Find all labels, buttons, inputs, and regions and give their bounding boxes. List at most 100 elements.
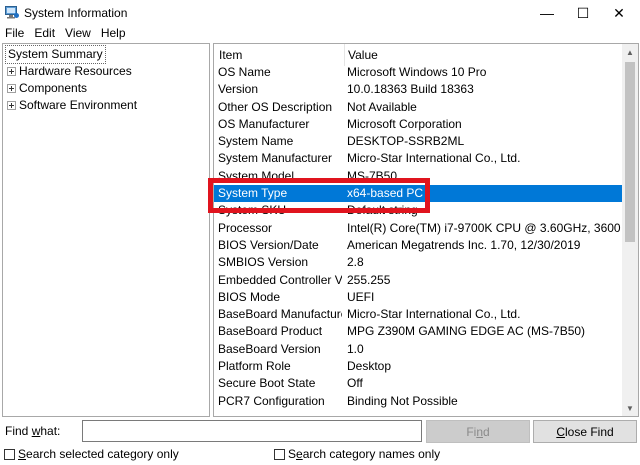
tree-item-label: Components bbox=[19, 81, 88, 95]
table-row[interactable]: System Name DESKTOP-SSRB2ML bbox=[214, 133, 624, 150]
option-label: Search selected category only bbox=[18, 447, 179, 461]
row-value: 255.255 bbox=[347, 272, 391, 287]
checkbox[interactable] bbox=[274, 448, 285, 460]
menu-help[interactable]: Help bbox=[96, 26, 131, 42]
expand-icon[interactable] bbox=[7, 67, 16, 76]
table-row[interactable]: System SKU Default string bbox=[214, 202, 624, 219]
table-row[interactable]: PCR7 Configuration Binding Not Possible bbox=[214, 393, 624, 410]
find-button[interactable]: Fi n d bbox=[426, 420, 530, 443]
row-item: Secure Boot State bbox=[218, 376, 316, 391]
expand-icon[interactable] bbox=[7, 101, 16, 110]
tree-item-system-summary[interactable]: System Summary bbox=[5, 45, 106, 64]
list-rows: OS Name Microsoft Windows 10 Pro Version 10… bbox=[214, 64, 627, 410]
row-value: 10.0.18363 Build 18363 bbox=[347, 82, 474, 97]
scrollbar-thumb[interactable] bbox=[625, 62, 635, 242]
row-value: MPG Z390M GAMING EDGE AC (MS-7B50) bbox=[347, 324, 586, 339]
menu-file[interactable]: File bbox=[0, 26, 29, 42]
details-list[interactable]: Item Value OS Name Microsoft Windows 10 P… bbox=[213, 43, 639, 417]
table-row[interactable]: OS Manufacturer Microsoft Corporation bbox=[214, 116, 624, 133]
row-value: UEFI bbox=[347, 289, 375, 304]
tree-item-label: Hardware Resources bbox=[19, 64, 132, 78]
close-button[interactable]: ✕ bbox=[598, 0, 640, 26]
close-find-button[interactable]: Close Find bbox=[533, 420, 637, 443]
table-row[interactable]: Version 10.0.18363 Build 18363 bbox=[214, 81, 624, 98]
table-row[interactable]: System Type x64-based PC bbox=[214, 185, 624, 203]
row-item: BIOS Mode bbox=[218, 289, 281, 304]
row-value: DESKTOP-SSRB2ML bbox=[347, 134, 465, 149]
row-item: System Model bbox=[218, 168, 295, 183]
find-bar: Find what: Fi n d Close Find Search select… bbox=[0, 417, 640, 465]
table-row[interactable]: Processor Intel(R) Core(TM) i7-9700K CPU … bbox=[214, 220, 627, 237]
row-value: Intel(R) Core(TM) i7-9700K CPU @ 3.60GHz… bbox=[347, 220, 627, 235]
menu-view[interactable]: View bbox=[60, 26, 96, 42]
tree-item-software-environment[interactable]: Software Environment bbox=[3, 97, 137, 114]
table-row[interactable]: BIOS Mode UEFI bbox=[214, 289, 624, 306]
checkbox[interactable] bbox=[4, 448, 15, 460]
table-row[interactable]: BaseBoard Manufacturer Micro-Star Interna… bbox=[214, 306, 624, 323]
menu-bar: File Edit View Help bbox=[0, 26, 640, 42]
tree-item-components[interactable]: Components bbox=[3, 80, 87, 97]
row-value: American Megatrends Inc. 1.70, 12/30/201… bbox=[347, 237, 581, 252]
scroll-down-icon[interactable]: ▼ bbox=[622, 400, 638, 416]
row-item: BIOS Version/Date bbox=[218, 237, 319, 252]
search-selected-category-option[interactable]: Search selected category only bbox=[4, 447, 179, 461]
scroll-up-icon[interactable]: ▲ bbox=[622, 44, 638, 60]
table-row[interactable]: OS Name Microsoft Windows 10 Pro bbox=[214, 64, 624, 81]
menu-edit[interactable]: Edit bbox=[29, 26, 60, 42]
row-value: x64-based PC bbox=[347, 186, 424, 201]
row-value: Binding Not Possible bbox=[347, 393, 458, 408]
table-row[interactable]: System Manufacturer Micro-Star Internatio… bbox=[214, 150, 624, 167]
row-value: Not Available bbox=[347, 99, 417, 114]
vertical-scrollbar[interactable]: ▲ ▼ bbox=[622, 44, 638, 416]
table-row[interactable]: SMBIOS Version 2.8 bbox=[214, 254, 624, 271]
row-value: Default string bbox=[347, 203, 418, 218]
row-value: Microsoft Windows 10 Pro bbox=[347, 65, 487, 79]
row-item: System SKU bbox=[218, 203, 287, 218]
category-tree[interactable]: System Summary Hardware Resources Compon… bbox=[2, 43, 210, 417]
title-bar: System Information — ☐ ✕ bbox=[0, 0, 640, 26]
system-info-icon bbox=[5, 6, 19, 19]
row-item: BaseBoard Version bbox=[218, 341, 321, 356]
find-input[interactable] bbox=[82, 420, 422, 442]
find-label: Find what: bbox=[5, 424, 61, 438]
row-value: Microsoft Corporation bbox=[347, 116, 462, 131]
row-value: 2.8 bbox=[347, 255, 364, 270]
row-value: Micro-Star International Co., Ltd. bbox=[347, 307, 521, 322]
window-title: System Information bbox=[24, 6, 128, 20]
maximize-icon: ☐ bbox=[576, 4, 590, 21]
row-item: OS Manufacturer bbox=[218, 116, 310, 131]
table-row[interactable]: Embedded Controller V... 255.255 bbox=[214, 272, 624, 289]
row-item: Processor bbox=[218, 220, 273, 235]
tree-item-label: Software Environment bbox=[19, 98, 138, 112]
expand-icon[interactable] bbox=[7, 84, 16, 93]
tree-item-hardware-resources[interactable]: Hardware Resources bbox=[3, 63, 132, 80]
table-row[interactable]: Other OS Description Not Available bbox=[214, 99, 624, 116]
table-row[interactable]: Secure Boot State Off bbox=[214, 375, 624, 392]
row-value: Desktop bbox=[347, 359, 392, 374]
row-item: Version bbox=[218, 82, 259, 97]
row-item: System Name bbox=[218, 134, 294, 149]
table-row[interactable]: BaseBoard Version 1.0 bbox=[214, 341, 624, 358]
column-header-value[interactable]: Value bbox=[348, 48, 378, 62]
row-item: System Manufacturer bbox=[218, 151, 333, 166]
table-row[interactable]: System Model MS-7B50 bbox=[214, 168, 624, 185]
search-category-names-option[interactable]: Search category names only bbox=[274, 447, 440, 461]
row-item: OS Name bbox=[218, 65, 271, 79]
row-item: System Type bbox=[218, 186, 288, 201]
row-value: MS-7B50 bbox=[347, 168, 398, 183]
row-item: Embedded Controller V... bbox=[218, 272, 342, 287]
table-row[interactable]: Platform Role Desktop bbox=[214, 358, 624, 375]
table-row[interactable]: BIOS Version/Date American Megatrends Inc… bbox=[214, 237, 624, 254]
row-item: Platform Role bbox=[218, 359, 291, 374]
list-header: Item Value bbox=[214, 44, 624, 66]
column-divider[interactable] bbox=[344, 44, 345, 66]
row-value: 1.0 bbox=[347, 341, 364, 356]
minimize-icon: — bbox=[540, 5, 554, 21]
row-item: BaseBoard Manufacturer bbox=[218, 307, 342, 322]
table-row[interactable]: BaseBoard Product MPG Z390M GAMING EDGE A… bbox=[214, 323, 624, 340]
row-item: BaseBoard Product bbox=[218, 324, 323, 339]
row-value: Off bbox=[347, 376, 363, 391]
close-icon: ✕ bbox=[613, 4, 625, 21]
column-header-item[interactable]: Item bbox=[219, 48, 242, 62]
row-item: Other OS Description bbox=[218, 99, 333, 114]
